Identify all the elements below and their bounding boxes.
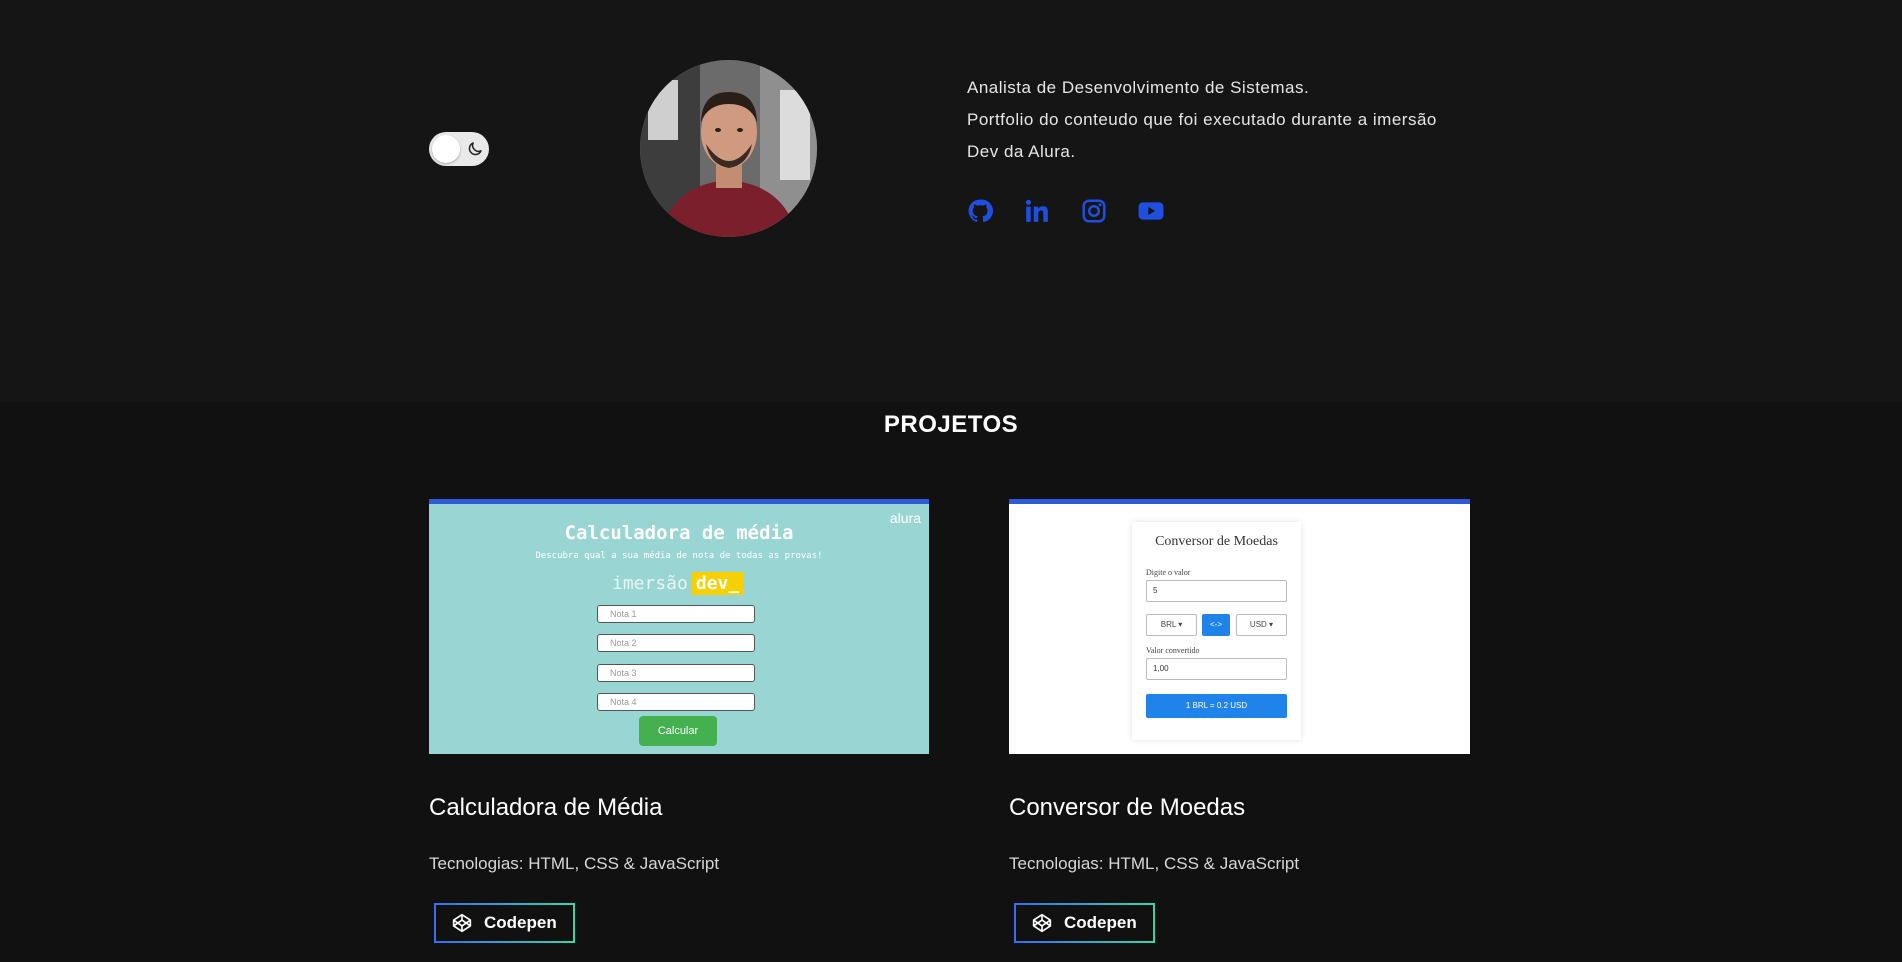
thumb-input-label: Digite o valor bbox=[1146, 568, 1191, 577]
instagram-link[interactable] bbox=[1081, 198, 1107, 224]
nota-field: Nota 3 bbox=[597, 664, 755, 682]
calcular-button: Calcular bbox=[639, 716, 717, 746]
thumb-from-select: BRL ▾ bbox=[1146, 614, 1197, 636]
project-thumbnail[interactable]: Conversor de Moedas Digite o valor 5 BRL… bbox=[1009, 499, 1470, 754]
thumb-to-select: USD ▾ bbox=[1236, 614, 1287, 636]
thumb-output: 1,00 bbox=[1146, 658, 1287, 680]
project-title: Conversor de Moedas bbox=[1009, 794, 1246, 821]
project-tech: Tecnologias: HTML, CSS & JavaScript bbox=[429, 854, 720, 873]
social-links bbox=[967, 198, 1195, 224]
imersao-dev-logo: imersão dev_ bbox=[612, 572, 744, 595]
bio-text: Analista de Desenvolvimento de Sistemas.… bbox=[967, 72, 1467, 168]
codepen-button[interactable]: Codepen bbox=[1014, 903, 1155, 943]
github-link[interactable] bbox=[967, 198, 993, 224]
thumb-title: Conversor de Moedas bbox=[1155, 534, 1278, 549]
nota-field: Nota 4 bbox=[597, 693, 755, 711]
instagram-icon bbox=[1082, 199, 1106, 223]
thumb-title: Calculadora de média bbox=[564, 522, 794, 544]
bio-line: Dev da Alura. bbox=[967, 142, 1076, 161]
codepen-icon bbox=[1032, 913, 1052, 933]
thumb-subtitle: Descubra qual a sua média de nota de tod… bbox=[535, 551, 823, 561]
thumb-swap-button: <-> bbox=[1202, 614, 1230, 636]
youtube-icon bbox=[1138, 202, 1164, 220]
youtube-link[interactable] bbox=[1138, 198, 1164, 224]
project-tech: Tecnologias: HTML, CSS & JavaScript bbox=[1009, 854, 1300, 873]
avatar-photo bbox=[640, 60, 817, 237]
codepen-button[interactable]: Codepen bbox=[434, 903, 575, 943]
linkedin-link[interactable] bbox=[1024, 198, 1050, 224]
codepen-icon bbox=[452, 913, 472, 933]
thumb-input: 5 bbox=[1146, 580, 1287, 602]
logo-right: dev_ bbox=[691, 572, 744, 595]
project-title: Calculadora de Média bbox=[429, 794, 663, 821]
codepen-label: Codepen bbox=[484, 913, 557, 932]
project-card-conversor: Conversor de Moedas Digite o valor 5 BRL… bbox=[1009, 499, 1470, 943]
projects-title: PROJETOS bbox=[883, 411, 1019, 438]
github-icon bbox=[968, 199, 993, 223]
bio-line: Portfolio do conteudo que foi executado … bbox=[967, 110, 1437, 129]
hero-section: Analista de Desenvolvimento de Sistemas.… bbox=[0, 0, 1902, 402]
codepen-label: Codepen bbox=[1064, 913, 1137, 932]
thumb-output-label: Valor convertido bbox=[1146, 646, 1200, 655]
theme-toggle[interactable] bbox=[429, 132, 489, 166]
linkedin-icon bbox=[1025, 199, 1048, 222]
profile-avatar bbox=[640, 60, 817, 237]
logo-left: imersão bbox=[612, 573, 688, 594]
project-thumbnail[interactable]: alura Calculadora de média Descubra qual… bbox=[429, 499, 929, 754]
bio-line: Analista de Desenvolvimento de Sistemas. bbox=[967, 78, 1310, 97]
projects-section bbox=[0, 402, 1902, 962]
toggle-knob[interactable] bbox=[432, 135, 460, 163]
nota-field: Nota 1 bbox=[597, 605, 755, 623]
moon-icon bbox=[468, 142, 482, 156]
nota-field: Nota 2 bbox=[597, 634, 755, 652]
project-card-calculadora: alura Calculadora de média Descubra qual… bbox=[429, 499, 929, 943]
converter-panel: Conversor de Moedas Digite o valor 5 BRL… bbox=[1132, 522, 1301, 740]
thumb-result: 1 BRL = 0.2 USD bbox=[1146, 694, 1287, 718]
